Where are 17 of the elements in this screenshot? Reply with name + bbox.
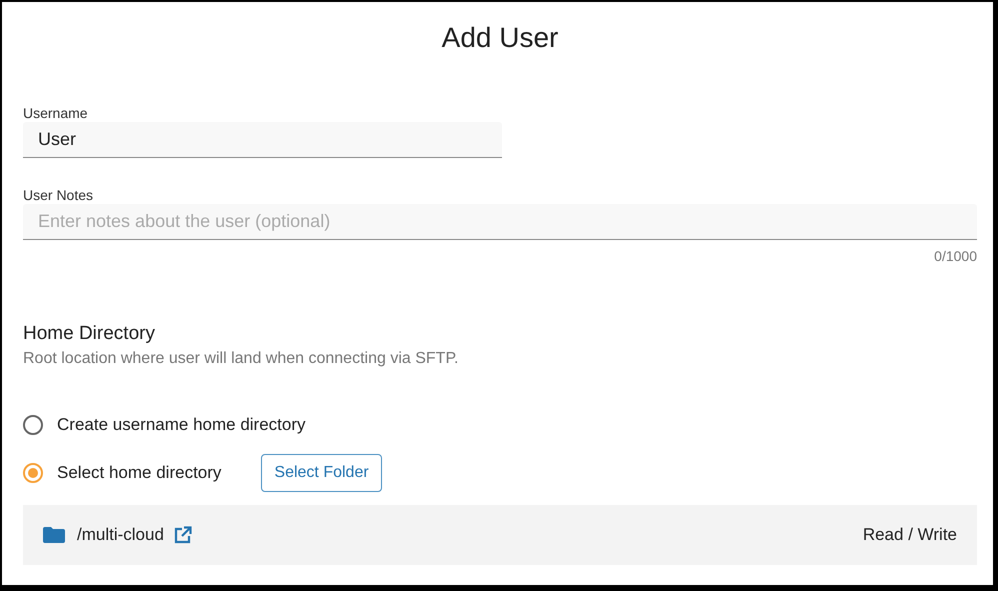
section-description: Root location where user will land when connecting via SFTP. [23, 350, 460, 368]
radio-button[interactable] [23, 463, 43, 483]
radio-label[interactable]: Select home directory [57, 463, 222, 483]
external-link-icon[interactable] [174, 526, 192, 544]
field-label: User Notes [23, 186, 94, 204]
username-field[interactable]: User [23, 122, 502, 158]
section-heading: Home Directory [23, 322, 156, 346]
select-folder-button[interactable]: Select Folder [261, 454, 382, 492]
character-counter: 0/1000 [934, 248, 977, 264]
permission-text: Read / Write [862, 525, 957, 545]
radio-button[interactable] [23, 415, 43, 435]
page-title: Add User [440, 21, 560, 55]
field-label: Username [23, 104, 89, 122]
folder-path: /multi-cloud [77, 525, 164, 545]
radio-label[interactable]: Create username home directory [57, 415, 306, 435]
notes-field[interactable]: Enter notes about the user (optional) [23, 204, 977, 240]
folder-icon [43, 527, 65, 543]
